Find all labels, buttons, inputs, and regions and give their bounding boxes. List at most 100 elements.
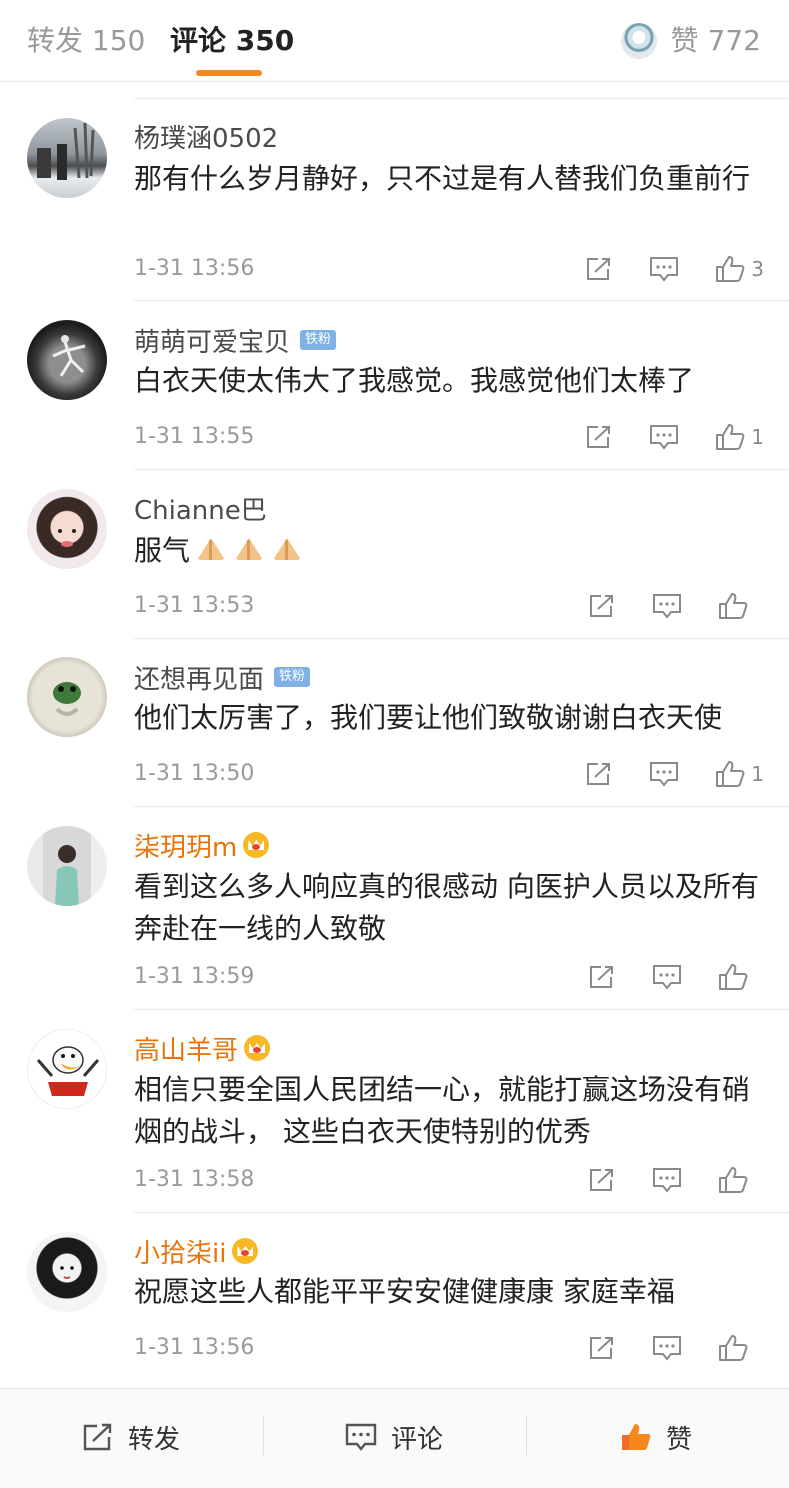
- avatar[interactable]: [27, 1232, 107, 1312]
- username[interactable]: 柒玥玥m: [134, 827, 237, 864]
- timestamp: 1-31 13:58: [134, 1167, 255, 1192]
- separator: [526, 1415, 527, 1455]
- comment-text: 那有什么岁月静好，只不过是有人替我们负重前行: [134, 162, 751, 195]
- timestamp: 1-31 13:56: [134, 256, 255, 281]
- comment-button[interactable]: [652, 1167, 682, 1193]
- thumbs-up-icon: [716, 761, 745, 787]
- thumbs-up-icon: [716, 424, 745, 450]
- timestamp: 1-31 13:55: [134, 424, 255, 449]
- timestamp: 1-31 13:53: [134, 593, 255, 618]
- comment-button[interactable]: [652, 593, 682, 619]
- share-button[interactable]: [585, 761, 613, 787]
- avatar[interactable]: [27, 489, 107, 569]
- like-action-button[interactable]: 赞: [620, 1417, 692, 1457]
- comment-icon: [653, 965, 681, 990]
- like-count: 1: [751, 425, 764, 449]
- divider: [134, 1212, 789, 1213]
- pray-emoji: [194, 536, 228, 562]
- avatar[interactable]: [27, 118, 107, 198]
- comment-icon: [650, 762, 679, 787]
- timestamp: 1-31 13:50: [134, 761, 255, 786]
- comment-button[interactable]: [652, 964, 682, 990]
- thumbs-up-icon: [622, 1424, 651, 1450]
- thumbs-up-icon: [719, 964, 748, 990]
- share-button[interactable]: [585, 424, 613, 450]
- thumbs-up-icon: [716, 256, 745, 282]
- share-icon: [587, 426, 611, 448]
- divider: [134, 638, 789, 639]
- active-tab-indicator: [196, 70, 262, 76]
- username[interactable]: 小拾柒ii: [134, 1233, 226, 1270]
- username[interactable]: 高山羊哥: [134, 1030, 238, 1067]
- like-count: 3: [751, 257, 764, 281]
- avatar[interactable]: [27, 320, 107, 400]
- comment-icon: [650, 425, 679, 450]
- like-button[interactable]: [718, 592, 764, 620]
- tab-likes[interactable]: 赞 772: [620, 22, 761, 60]
- share-button[interactable]: [588, 964, 616, 990]
- avatar[interactable]: [27, 826, 107, 906]
- comment-text: 相信只要全国人民团结一心，就能打赢这场没有硝烟的战斗， 这些白衣天使特别的优秀: [134, 1073, 751, 1148]
- comment-icon: [653, 1336, 681, 1361]
- thumbs-up-icon: [719, 1167, 748, 1193]
- share-icon: [590, 966, 613, 988]
- tab-bar: 转发 150 评论 350 赞 772: [0, 0, 789, 82]
- comment-button[interactable]: [649, 256, 679, 282]
- comment-action-button[interactable]: 评论: [345, 1417, 443, 1457]
- separator: [263, 1415, 264, 1455]
- thumbs-up-icon: [719, 1335, 748, 1361]
- repost-label: 转发: [128, 1424, 181, 1455]
- like-button[interactable]: 3: [715, 255, 764, 283]
- share-icon: [587, 763, 611, 785]
- avatar[interactable]: [27, 1029, 107, 1109]
- like-button[interactable]: [718, 1166, 764, 1194]
- comment-icon: [653, 1168, 681, 1193]
- comment-icon: [650, 257, 679, 282]
- tab-comments[interactable]: 评论 350: [170, 22, 294, 60]
- comment-button[interactable]: [649, 424, 679, 450]
- like-action-label: 赞: [666, 1424, 693, 1455]
- like-button[interactable]: 1: [715, 760, 764, 788]
- repost-button[interactable]: 转发: [82, 1417, 180, 1457]
- tab-repost[interactable]: 转发 150: [27, 22, 145, 60]
- divider: [134, 469, 789, 470]
- vip-crown-icon: [243, 832, 270, 858]
- share-button[interactable]: [585, 256, 613, 282]
- comment-icon: [653, 594, 681, 619]
- divider: [134, 1009, 789, 1010]
- thumbs-up-icon: [719, 593, 748, 619]
- timestamp: 1-31 13:59: [134, 964, 255, 989]
- divider: [134, 300, 789, 301]
- share-icon: [590, 595, 613, 617]
- like-button[interactable]: 1: [715, 423, 764, 451]
- fan-badge: 铁粉: [274, 667, 311, 687]
- comment-action-label: 评论: [391, 1424, 444, 1455]
- share-icon: [587, 258, 611, 280]
- share-icon: [590, 1169, 613, 1191]
- divider: [134, 806, 789, 807]
- pray-emoji: [232, 536, 266, 562]
- comment-text: 看到这么多人响应真的很感动 向医护人员以及所有奔赴在一线的人致敬: [134, 870, 759, 945]
- share-button[interactable]: [588, 1335, 616, 1361]
- username[interactable]: 萌萌可爱宝贝: [134, 322, 290, 359]
- comment-button[interactable]: [652, 1335, 682, 1361]
- avatar[interactable]: [27, 657, 107, 737]
- vip-crown-icon: [232, 1238, 259, 1264]
- username[interactable]: 还想再见面: [134, 659, 264, 696]
- liker-avatar: [620, 23, 657, 59]
- like-button[interactable]: [718, 1334, 764, 1362]
- like-button[interactable]: [718, 963, 764, 991]
- tab-likes-label: 赞 772: [670, 24, 761, 57]
- comment-text: 白衣天使太伟大了我感觉。我感觉他们太棒了: [134, 364, 695, 397]
- vip-crown-icon: [244, 1035, 271, 1061]
- comment-icon: [345, 1423, 377, 1451]
- share-button[interactable]: [588, 1167, 616, 1193]
- username[interactable]: 杨璞涵0502: [134, 118, 278, 155]
- bottom-action-bar: 转发 评论 赞: [0, 1388, 789, 1488]
- share-icon: [590, 1337, 613, 1359]
- username[interactable]: Chianne巴: [134, 490, 267, 527]
- fan-badge: 铁粉: [300, 330, 337, 350]
- comment-button[interactable]: [649, 761, 679, 787]
- share-icon: [83, 1423, 112, 1451]
- share-button[interactable]: [588, 593, 616, 619]
